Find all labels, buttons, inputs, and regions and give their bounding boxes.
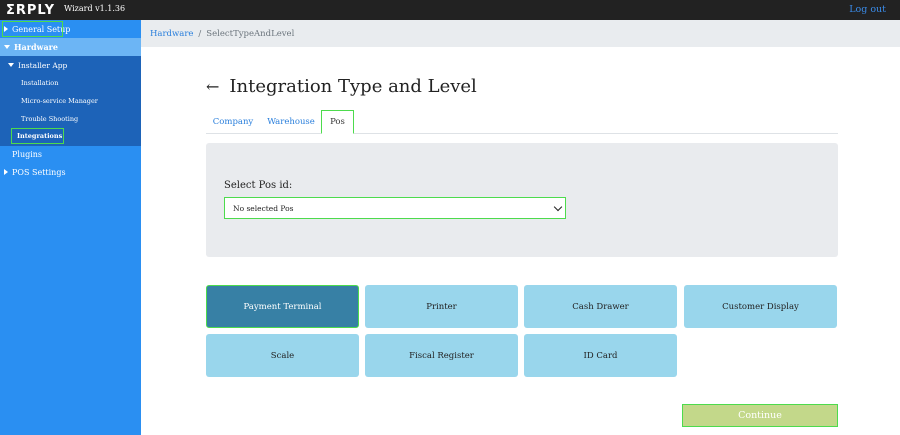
printer-button[interactable]: Printer <box>365 285 518 328</box>
customer-display-button[interactable]: Customer Display <box>684 285 837 328</box>
sidebar-item-label: Installer App <box>18 60 68 70</box>
logout-link[interactable]: Log out <box>849 4 886 15</box>
cash-drawer-button[interactable]: Cash Drawer <box>524 285 677 328</box>
sidebar: General Setup Hardware Installer App Ins… <box>0 20 141 435</box>
sidebar-item-installer-app[interactable]: Installer App <box>0 56 141 74</box>
sidebar-item-trouble-shooting[interactable]: Trouble Shooting <box>0 110 141 128</box>
payment-terminal-button[interactable]: Payment Terminal <box>206 285 359 328</box>
tab-pos[interactable]: Pos <box>321 110 354 134</box>
chevron-down-icon <box>553 202 563 212</box>
sidebar-item-plugins[interactable]: Plugins <box>0 146 141 162</box>
app-version: Wizard v1.1.36 <box>64 4 126 13</box>
hardware-highlight-frame <box>2 21 63 37</box>
top-bar: ΣRPLY Wizard v1.1.36 Log out <box>0 0 900 20</box>
breadcrumb-separator: / <box>198 28 202 39</box>
caret-right-icon <box>4 169 8 175</box>
caret-down-icon <box>8 63 14 67</box>
pos-select-value: No selected Pos <box>233 203 294 213</box>
caret-down-icon <box>4 45 10 49</box>
sidebar-item-installation[interactable]: Installation <box>0 74 141 92</box>
breadcrumb-current: SelectTypeAndLevel <box>206 28 295 39</box>
pos-select[interactable]: No selected Pos <box>224 197 566 219</box>
fiscal-register-button[interactable]: Fiscal Register <box>365 334 518 377</box>
id-card-button[interactable]: ID Card <box>524 334 677 377</box>
sidebar-item-label: Trouble Shooting <box>21 115 79 123</box>
scale-button[interactable]: Scale <box>206 334 359 377</box>
breadcrumb-hardware-link[interactable]: Hardware <box>150 29 193 39</box>
sidebar-item-label: POS Settings <box>12 167 66 177</box>
erply-logo: ΣRPLY <box>6 2 56 18</box>
integrations-highlight-frame <box>11 128 64 144</box>
sidebar-item-pos-settings[interactable]: POS Settings <box>0 164 141 180</box>
tab-warehouse[interactable]: Warehouse <box>264 110 318 134</box>
pos-select-panel: Select Pos id: No selected Pos <box>206 143 838 257</box>
sidebar-item-label: Installation <box>21 79 59 87</box>
select-pos-label: Select Pos id: <box>224 180 293 191</box>
page-title: Integration Type and Level <box>229 75 477 97</box>
continue-button[interactable]: Continue <box>682 404 838 427</box>
sidebar-item-label: Hardware <box>14 42 58 52</box>
breadcrumb: Hardware / SelectTypeAndLevel <box>141 20 900 47</box>
tabs: Company Warehouse Pos <box>206 110 838 134</box>
sidebar-item-label: Plugins <box>12 149 43 159</box>
sidebar-item-micro-service-manager[interactable]: Micro-service Manager <box>0 92 141 110</box>
back-arrow-icon[interactable]: ← <box>206 77 219 96</box>
title-row: ← Integration Type and Level <box>206 72 477 100</box>
tab-company[interactable]: Company <box>206 110 260 134</box>
sidebar-item-hardware[interactable]: Hardware <box>0 38 141 56</box>
sidebar-item-label: Micro-service Manager <box>21 97 98 105</box>
